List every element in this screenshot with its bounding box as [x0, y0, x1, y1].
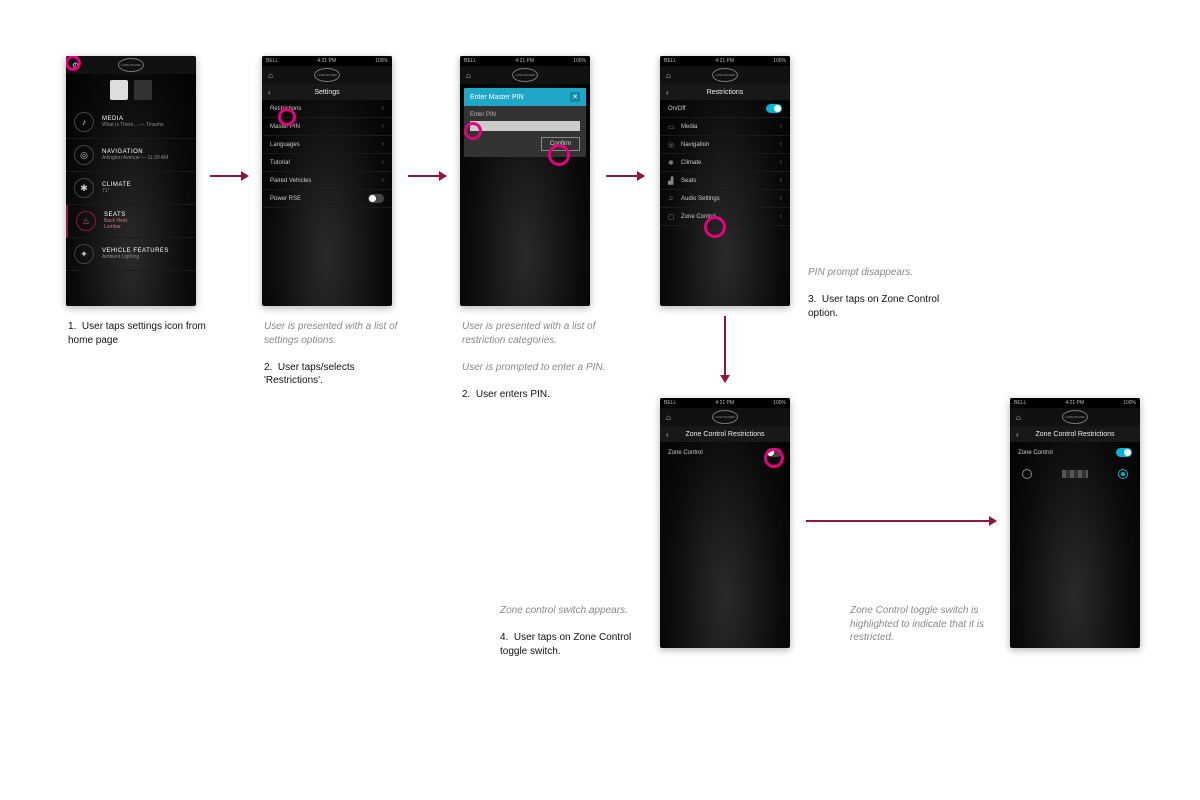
brand-logo: LAND ROVER — [712, 68, 738, 82]
back-icon[interactable]: ‹ — [666, 88, 669, 97]
light-icon: ✦ — [74, 244, 94, 264]
settings-row-masterpin[interactable]: Master PIN› — [262, 118, 392, 136]
media-icon: ▭ — [668, 123, 676, 131]
status-bar: BELL 4:21 PM 100% — [1010, 398, 1140, 408]
compass-icon: ◎ — [74, 145, 94, 165]
toggle-zone-control[interactable] — [766, 448, 782, 457]
status-bar: BELL 4:21 PM 100% — [262, 56, 392, 66]
home-icon[interactable]: ⌂ — [1016, 413, 1021, 422]
caption-step-6: Zone Control toggle switch is highlighte… — [850, 604, 1000, 645]
restrictions-row-media[interactable]: ▭Media› — [660, 118, 790, 136]
music-icon: ♪ — [74, 112, 94, 132]
climate-icon: ✱ — [668, 159, 676, 167]
screen-restrictions: BELL 4:21 PM 100% ⌂ LAND ROVER ‹ Restric… — [660, 56, 790, 306]
pin-dialog: Enter Master PIN ✕ Enter PIN Confirm — [464, 88, 586, 157]
back-icon[interactable]: ‹ — [268, 88, 271, 97]
restrictions-row-climate[interactable]: ✱Climate› — [660, 154, 790, 172]
brand-logo: LAND ROVER — [1062, 410, 1088, 424]
home-icon[interactable]: ⌂ — [268, 71, 273, 80]
seat-icon: ♨ — [76, 211, 96, 231]
home-item-media[interactable]: ♪ MEDIA What Is There… — Tinashe — [66, 106, 196, 139]
settings-gear-icon[interactable]: ⚙ — [72, 61, 79, 70]
brand-logo: LAND ROVER — [118, 58, 144, 72]
screen-title: ‹ Settings — [262, 84, 392, 100]
home-item-seats[interactable]: ♨ SEATS Back Heat Lumbar — [66, 205, 196, 238]
brand-logo: LAND ROVER — [512, 68, 538, 82]
toggle-power-rse[interactable] — [368, 194, 384, 203]
radio-on[interactable] — [1118, 469, 1128, 479]
settings-row-restrictions[interactable]: Restrictions› — [262, 100, 392, 118]
home-icon[interactable]: ⌂ — [666, 71, 671, 80]
seat-tab-front[interactable] — [110, 80, 128, 100]
brand-bar: ⌂ LAND ROVER — [460, 66, 590, 84]
radio-off[interactable] — [1022, 469, 1032, 479]
brand-logo: LAND ROVER — [314, 68, 340, 82]
fan-icon: ✱ — [74, 178, 94, 198]
confirm-button[interactable]: Confirm — [541, 137, 580, 151]
settings-row-powerrse[interactable]: Power RSE — [262, 190, 392, 208]
screen-settings: BELL 4:21 PM 100% ⌂ LAND ROVER ‹ Setting… — [262, 56, 392, 306]
restrictions-row-nav[interactable]: ◎Navigation› — [660, 136, 790, 154]
zone-icon: ▢ — [668, 213, 676, 221]
brand-bar: ⌂ LAND ROVER — [660, 408, 790, 426]
screen-title: ‹ Zone Control Restrictions — [660, 426, 790, 442]
pin-field-label: Enter PIN — [470, 112, 580, 118]
flow-arrow — [210, 175, 248, 177]
option-image — [1062, 470, 1088, 478]
toggle-zone-control[interactable] — [1116, 448, 1132, 457]
seat-tab-rear[interactable] — [134, 80, 152, 100]
screen-title: ‹ Zone Control Restrictions — [1010, 426, 1140, 442]
seat-tabs — [66, 74, 196, 106]
audio-icon: ♫ — [668, 195, 676, 202]
home-icon[interactable]: ⌂ — [466, 71, 471, 80]
home-item-climate[interactable]: ✱ CLIMATE 71° — [66, 172, 196, 205]
screen-title: ‹ Restrictions — [660, 84, 790, 100]
restrictions-onoff[interactable]: On/Off — [660, 100, 790, 118]
seats-icon: ▟ — [668, 177, 676, 185]
chevron-right-icon: › — [382, 105, 384, 112]
status-bar: BELL 4:21 PM 100% — [660, 398, 790, 408]
home-item-nav[interactable]: ◎ NAVIGATION Arlington Avenue — 11:20 AM — [66, 139, 196, 172]
back-icon[interactable]: ‹ — [666, 430, 669, 439]
brand-bar: ⌂ LAND ROVER — [1010, 408, 1140, 426]
flow-arrow — [408, 175, 446, 177]
brand-logo: LAND ROVER — [712, 410, 738, 424]
settings-row-tutorial[interactable]: Tutorial› — [262, 154, 392, 172]
restrictions-row-zone[interactable]: ▢Zone Control› — [660, 208, 790, 226]
restrictions-row-seats[interactable]: ▟Seats› — [660, 172, 790, 190]
brand-bar: ⌂ LAND ROVER — [262, 66, 392, 84]
caption-step-3: User is presented with a list of restric… — [462, 320, 607, 401]
caption-step-4: PIN prompt disappears. 3. User taps on Z… — [808, 266, 953, 320]
brand-bar: ⚙ LAND ROVER — [66, 56, 196, 74]
zone-option-row[interactable] — [1010, 463, 1140, 485]
caption-step-1: 1. User taps settings icon from home pag… — [68, 320, 213, 347]
flow-arrow — [806, 520, 996, 522]
home-icon[interactable]: ⌂ — [666, 413, 671, 422]
flow-arrow — [606, 175, 644, 177]
brand-bar: ⌂ LAND ROVER — [660, 66, 790, 84]
status-bar: BELL 4:21 PM 100% — [460, 56, 590, 66]
caption-step-5: Zone control switch appears. 4. User tap… — [500, 604, 650, 658]
home-item-sub: What Is There… — Tinashe — [102, 122, 188, 128]
screen-zone-on: BELL 4:21 PM 100% ⌂ LAND ROVER ‹ Zone Co… — [1010, 398, 1140, 648]
flow-arrow — [724, 316, 726, 382]
screen-home: ⚙ LAND ROVER ♪ MEDIA What Is There… — Ti… — [66, 56, 196, 306]
caption-step-2: User is presented with a list of setting… — [264, 320, 409, 388]
nav-icon: ◎ — [668, 141, 676, 149]
zone-control-row[interactable]: Zone Control — [1010, 442, 1140, 463]
restrictions-row-audio[interactable]: ♫Audio Settings› — [660, 190, 790, 208]
status-bar: BELL 4:21 PM 100% — [660, 56, 790, 66]
screen-pin: BELL 4:21 PM 100% ⌂ LAND ROVER Enter Mas… — [460, 56, 590, 306]
pin-input[interactable] — [470, 121, 580, 131]
toggle-restrictions[interactable] — [766, 104, 782, 113]
back-icon[interactable]: ‹ — [1016, 430, 1019, 439]
screen-zone-off: BELL 4:21 PM 100% ⌂ LAND ROVER ‹ Zone Co… — [660, 398, 790, 648]
settings-row-languages[interactable]: Languages› — [262, 136, 392, 154]
zone-control-row[interactable]: Zone Control — [660, 442, 790, 463]
pin-dialog-title: Enter Master PIN — [470, 94, 524, 101]
settings-row-paired[interactable]: Paired Vehicles› — [262, 172, 392, 190]
home-item-vehicle[interactable]: ✦ VEHICLE FEATURES Ambient Lighting — [66, 238, 196, 271]
close-icon[interactable]: ✕ — [570, 92, 580, 102]
